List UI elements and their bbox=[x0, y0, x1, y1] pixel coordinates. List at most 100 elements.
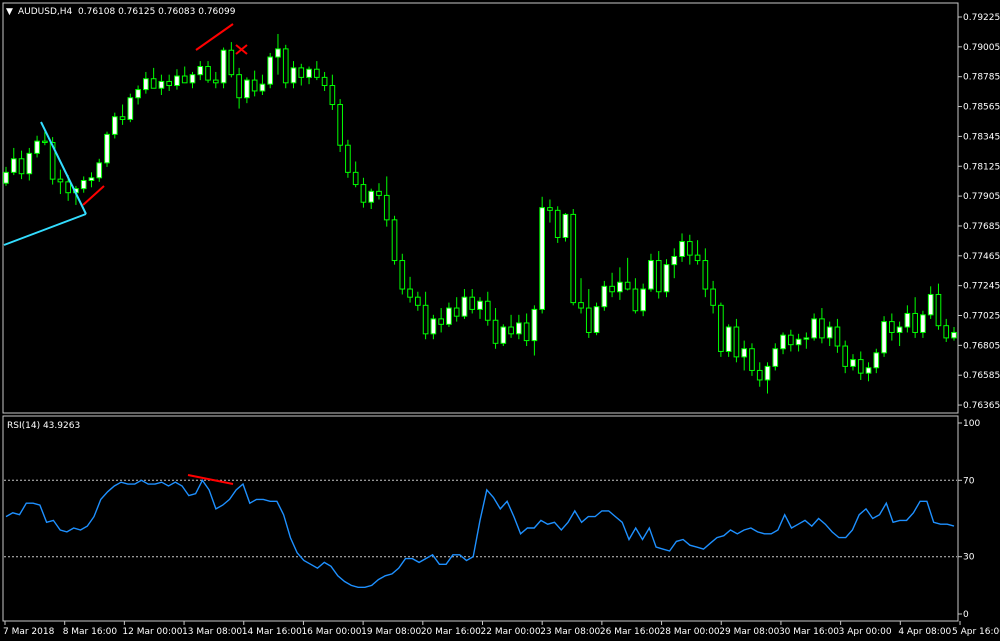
candle-body bbox=[648, 260, 654, 290]
candle-body bbox=[111, 116, 118, 135]
candle-body bbox=[399, 260, 406, 290]
candle-body bbox=[741, 348, 748, 358]
price-tick-label: 0.77465 bbox=[963, 252, 1000, 262]
candle-body bbox=[632, 288, 639, 312]
candle-body bbox=[174, 75, 180, 87]
price-tick-label: 0.76365 bbox=[963, 401, 1000, 411]
candle-body bbox=[531, 308, 538, 342]
time-tick-label: 16 Mar 00:00 bbox=[301, 627, 361, 637]
candle-body bbox=[306, 68, 312, 78]
price-tick-label: 0.78565 bbox=[963, 103, 1000, 113]
candle-body bbox=[34, 140, 40, 154]
candle-body bbox=[368, 190, 375, 203]
time-tick-label: 20 Mar 16:00 bbox=[421, 627, 481, 637]
candle-body bbox=[352, 171, 359, 186]
candle-body bbox=[189, 74, 196, 84]
time-tick-label: 7 Mar 2018 bbox=[3, 627, 55, 637]
candle-body bbox=[593, 306, 600, 333]
time-tick-label: 28 Mar 00:00 bbox=[660, 627, 720, 637]
candle-body bbox=[772, 348, 779, 367]
candle-body bbox=[865, 367, 872, 374]
candle-body bbox=[756, 369, 763, 381]
candle-body bbox=[345, 144, 351, 173]
price-tick-label: 0.76585 bbox=[963, 371, 1000, 381]
candle-body bbox=[383, 194, 390, 221]
candle-body bbox=[275, 48, 281, 58]
rsi-tick-label: 100 bbox=[963, 419, 980, 429]
candle-body bbox=[282, 48, 289, 84]
candle-body bbox=[267, 56, 274, 85]
candle-body bbox=[554, 209, 561, 238]
candle-body bbox=[679, 241, 685, 257]
candle-body bbox=[850, 359, 856, 367]
candle-body bbox=[609, 285, 615, 293]
candle-body bbox=[430, 318, 437, 335]
candle-body bbox=[624, 281, 631, 290]
chart-background bbox=[0, 0, 1000, 641]
candle-body bbox=[508, 326, 514, 335]
candle-body bbox=[119, 116, 126, 120]
candle-body bbox=[321, 76, 328, 87]
candle-body bbox=[407, 288, 413, 298]
candle-body bbox=[585, 307, 592, 333]
candle-body bbox=[313, 68, 320, 78]
chart-canvas: ▼ AUDUSD,H4 0.76108 0.76125 0.76083 0.76… bbox=[0, 0, 1000, 641]
candle-body bbox=[733, 326, 740, 358]
price-tick-label: 0.77245 bbox=[963, 282, 1000, 292]
rsi-label: RSI(14) 43.9263 bbox=[7, 421, 80, 431]
candle-body bbox=[57, 178, 64, 183]
time-tick-label: 13 Mar 08:00 bbox=[182, 627, 242, 637]
candle-body bbox=[516, 322, 522, 335]
candle-body bbox=[725, 326, 732, 352]
time-tick-label: 4 Apr 08:00 bbox=[898, 627, 951, 637]
candle-body bbox=[702, 260, 709, 290]
candle-body bbox=[857, 359, 864, 374]
candle-body bbox=[671, 255, 678, 266]
time-tick-label: 5 Apr 16:00 bbox=[952, 627, 1000, 637]
candle-body bbox=[80, 179, 87, 190]
candle-body bbox=[889, 321, 895, 333]
candle-body bbox=[360, 184, 367, 203]
candle-body bbox=[158, 80, 165, 89]
candle-body bbox=[904, 312, 911, 328]
candle-body bbox=[617, 281, 623, 293]
candle-body bbox=[578, 302, 584, 309]
candle-body bbox=[3, 171, 9, 184]
price-tick-label: 0.79225 bbox=[963, 13, 1000, 23]
candle-body bbox=[826, 326, 833, 339]
time-tick-label: 12 Mar 00:00 bbox=[122, 627, 182, 637]
candle-body bbox=[205, 66, 211, 81]
candle-body bbox=[391, 219, 398, 262]
price-tick-label: 0.76805 bbox=[963, 341, 1000, 351]
symbol-dropdown-icon[interactable]: ▼ bbox=[6, 7, 13, 17]
candle-body bbox=[453, 307, 460, 317]
candle-body bbox=[329, 85, 336, 106]
candle-body bbox=[438, 318, 444, 325]
candle-body bbox=[477, 300, 483, 310]
symbol-label: AUDUSD,H4 bbox=[18, 7, 73, 17]
candle-body bbox=[787, 334, 794, 346]
candle-body bbox=[446, 307, 452, 325]
price-tick-label: 0.77685 bbox=[963, 222, 1000, 232]
candle-body bbox=[376, 190, 382, 196]
rsi-tick-label: 30 bbox=[963, 553, 975, 563]
candle-body bbox=[694, 254, 701, 262]
candle-body bbox=[65, 181, 71, 194]
time-tick-label: 8 Mar 16:00 bbox=[63, 627, 118, 637]
candle-body bbox=[927, 293, 934, 316]
candle-body bbox=[500, 326, 507, 344]
candle-body bbox=[10, 158, 17, 173]
candle-body bbox=[484, 300, 491, 321]
price-tick-label: 0.77905 bbox=[963, 192, 1000, 202]
candle-body bbox=[18, 158, 25, 175]
candle-body bbox=[127, 97, 134, 120]
candle-body bbox=[42, 140, 48, 144]
candle-body bbox=[663, 264, 670, 293]
candle-body bbox=[951, 331, 957, 339]
candle-body bbox=[415, 296, 421, 306]
candle-body bbox=[640, 288, 647, 312]
candle-body bbox=[244, 79, 250, 99]
candle-body bbox=[197, 66, 204, 76]
candle-body bbox=[181, 75, 188, 84]
candle-body bbox=[104, 133, 110, 164]
